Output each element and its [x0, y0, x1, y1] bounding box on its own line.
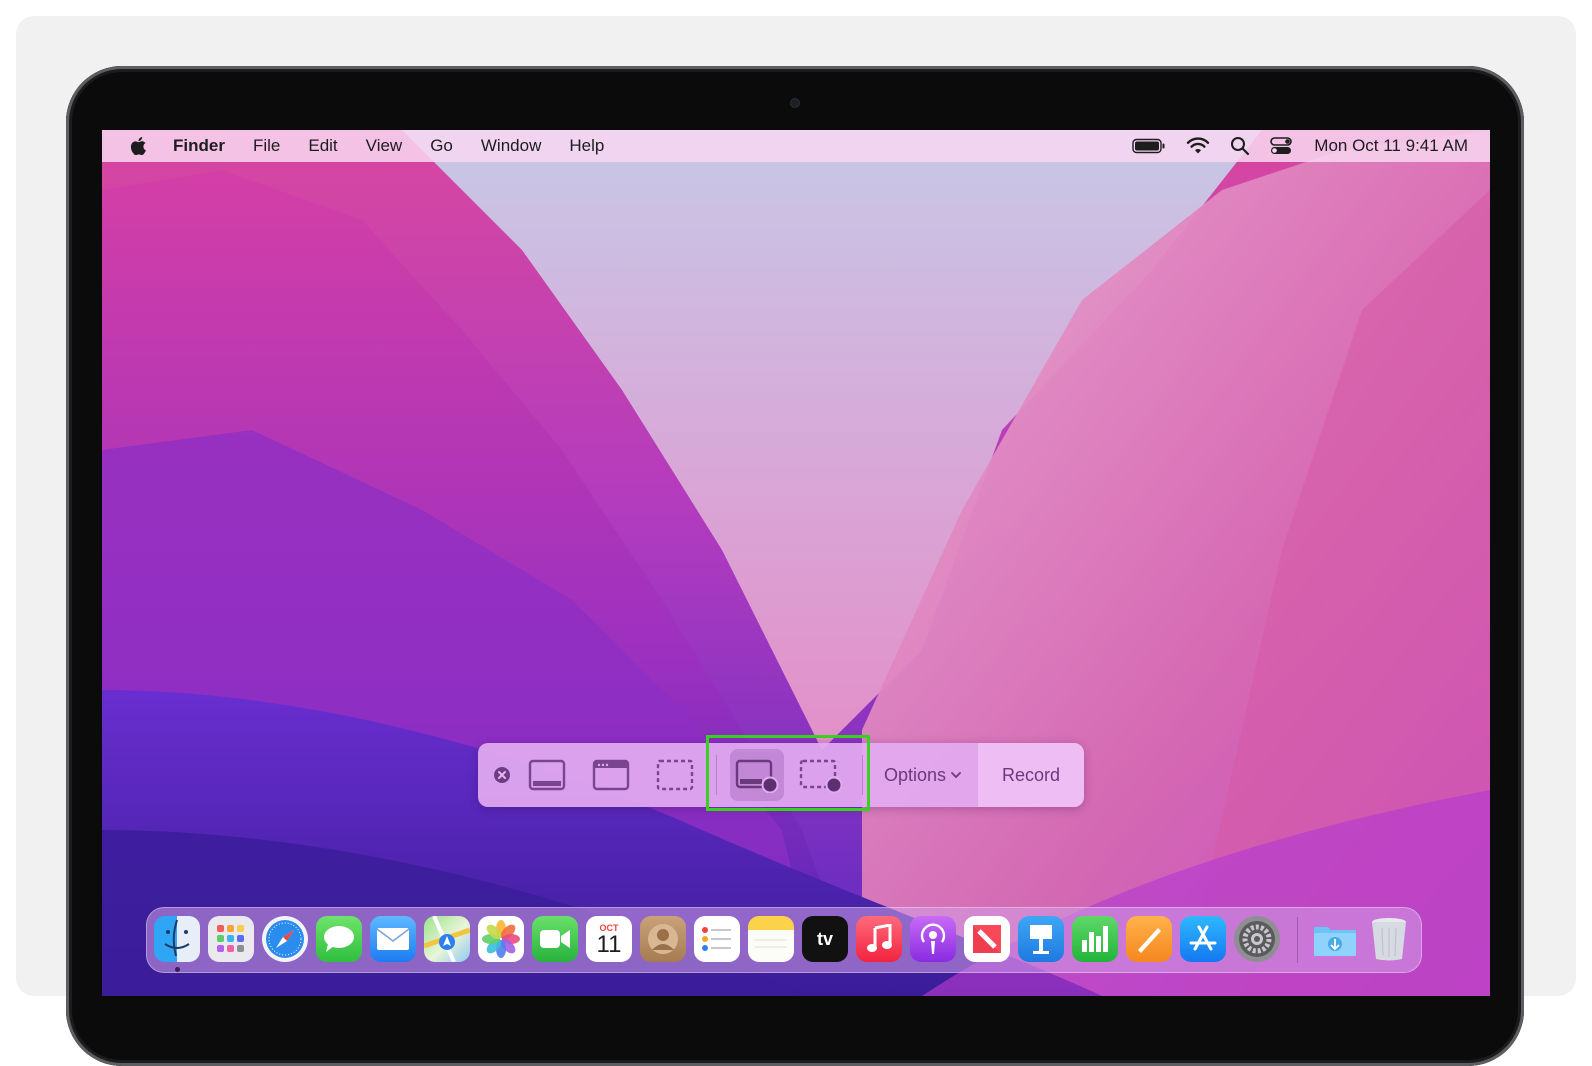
menu-help[interactable]: Help: [569, 136, 604, 156]
capture-entire-screen-icon: [528, 759, 566, 791]
menu-bar: Finder File Edit View Go Window Help Mon…: [102, 130, 1490, 162]
record-button[interactable]: Record: [978, 743, 1084, 807]
downloads-folder-icon[interactable]: [1312, 916, 1358, 962]
desktop-screen: Finder File Edit View Go Window Help Mon…: [102, 130, 1490, 996]
desktop-wallpaper: [102, 130, 1490, 996]
contacts-icon[interactable]: [640, 916, 686, 962]
menu-edit[interactable]: Edit: [308, 136, 337, 156]
record-label: Record: [1001, 764, 1061, 785]
capture-selected-window-icon: [592, 759, 630, 791]
menu-view[interactable]: View: [366, 136, 403, 156]
reminders-icon[interactable]: [694, 916, 740, 962]
apple-tv-icon[interactable]: tv: [802, 916, 848, 962]
record-selected-portion-button[interactable]: [798, 743, 844, 807]
apple-logo-icon[interactable]: [127, 134, 151, 158]
wifi-icon[interactable]: [1186, 137, 1210, 155]
capture-selected-portion-button[interactable]: [652, 743, 698, 807]
messages-icon[interactable]: [316, 916, 362, 962]
menu-file[interactable]: File: [253, 136, 280, 156]
dock: OCT 11 tv: [146, 907, 1422, 973]
chevron-down-icon: [951, 772, 961, 779]
photos-icon[interactable]: [478, 916, 524, 962]
record-entire-screen-button[interactable]: [734, 743, 780, 807]
safari-icon[interactable]: [262, 916, 308, 962]
record-entire-screen-icon: [735, 759, 779, 793]
toolbar-divider: [716, 755, 717, 795]
screenshot-toolbar: Options Record: [478, 743, 1084, 807]
close-toolbar-button[interactable]: [488, 743, 516, 807]
menu-bar-clock[interactable]: Mon Oct 11 9:41 AM: [1314, 136, 1468, 156]
facetime-icon[interactable]: [532, 916, 578, 962]
camera-icon: [791, 99, 799, 107]
record-selected-portion-icon: [799, 759, 843, 793]
toolbar-divider: [862, 755, 863, 795]
capture-selected-window-button[interactable]: [588, 743, 634, 807]
capture-selected-portion-icon: [656, 759, 694, 791]
options-label: Options: [883, 764, 947, 785]
control-center-icon[interactable]: [1270, 136, 1293, 156]
pages-icon[interactable]: [1126, 916, 1172, 962]
spotlight-search-icon[interactable]: [1230, 136, 1250, 156]
notes-icon[interactable]: [748, 916, 794, 962]
finder-running-indicator: [175, 967, 180, 972]
menu-bar-status-area: Mon Oct 11 9:41 AM: [1112, 130, 1468, 162]
menu-go[interactable]: Go: [430, 136, 453, 156]
mail-icon[interactable]: [370, 916, 416, 962]
podcasts-icon[interactable]: [910, 916, 956, 962]
options-menu-button[interactable]: Options: [870, 743, 976, 807]
app-store-icon[interactable]: [1180, 916, 1226, 962]
numbers-icon[interactable]: [1072, 916, 1118, 962]
battery-icon[interactable]: [1132, 138, 1166, 154]
calendar-icon[interactable]: OCT 11: [586, 916, 632, 962]
close-icon: [494, 767, 510, 783]
menu-window[interactable]: Window: [481, 136, 541, 156]
trash-icon[interactable]: [1366, 916, 1412, 962]
keynote-icon[interactable]: [1018, 916, 1064, 962]
capture-entire-screen-button[interactable]: [524, 743, 570, 807]
menu-app-name[interactable]: Finder: [173, 136, 225, 156]
tv-label: tv: [816, 928, 833, 949]
maps-icon[interactable]: [424, 916, 470, 962]
dock-separator: [1297, 917, 1298, 963]
music-icon[interactable]: [856, 916, 902, 962]
news-icon[interactable]: [964, 916, 1010, 962]
launchpad-icon[interactable]: [208, 916, 254, 962]
finder-icon[interactable]: [154, 916, 200, 962]
calendar-day: 11: [596, 931, 622, 958]
system-preferences-icon[interactable]: [1234, 916, 1280, 962]
